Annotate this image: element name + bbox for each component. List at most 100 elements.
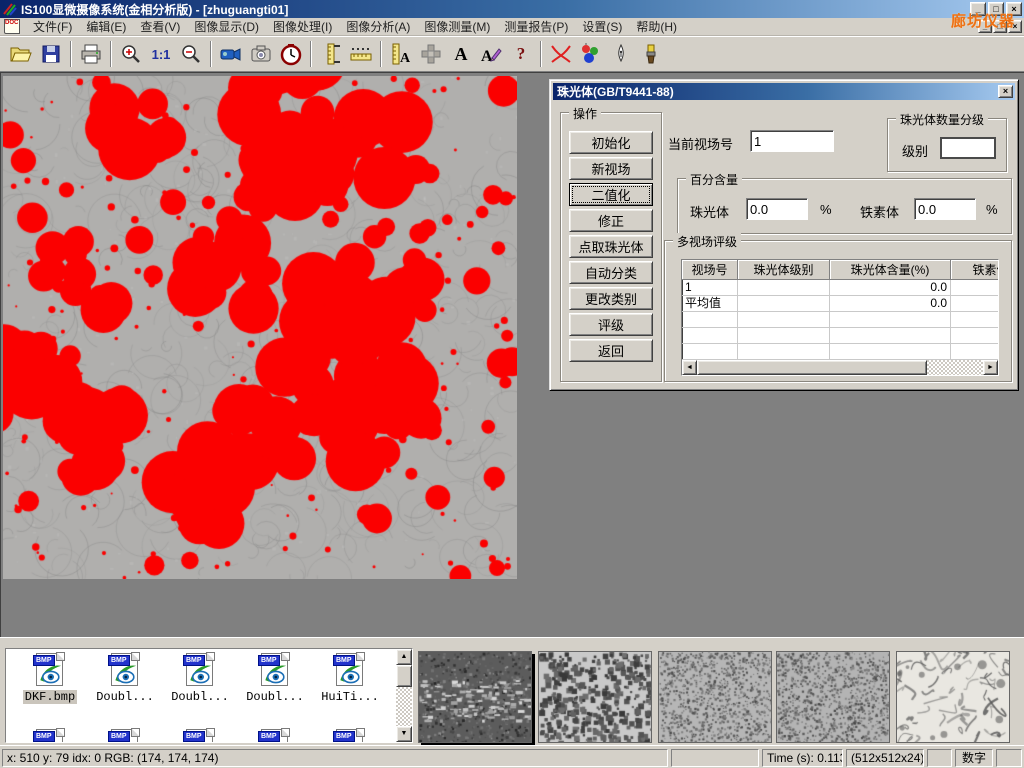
- current-field-input[interactable]: [750, 130, 834, 152]
- pen-nib-icon: [610, 43, 632, 65]
- menu-image-measure[interactable]: 图像测量(M): [417, 16, 497, 37]
- camera-icon: [249, 42, 273, 66]
- annotate-tool-button[interactable]: A: [477, 40, 505, 68]
- brush-tool-button[interactable]: [637, 40, 665, 68]
- text-tool-button[interactable]: A: [447, 40, 475, 68]
- thumbnail-4[interactable]: [776, 651, 890, 743]
- file-item-row2[interactable]: BMP: [239, 729, 311, 743]
- pick-pearlite-button[interactable]: 点取珠光体: [569, 235, 653, 258]
- open-file-button[interactable]: [7, 40, 35, 68]
- file-name[interactable]: HuiTi...: [314, 690, 386, 704]
- file-name[interactable]: Doubl...: [239, 690, 311, 704]
- document-icon[interactable]: DOC: [4, 19, 20, 34]
- scrollbar-track[interactable]: [396, 687, 412, 726]
- file-item-row2[interactable]: BMP: [164, 729, 236, 743]
- menu-view[interactable]: 查看(V): [133, 16, 187, 37]
- ferrite-percent-input[interactable]: [914, 198, 976, 220]
- photo-capture-button[interactable]: [247, 40, 275, 68]
- file-item-dkf[interactable]: BMP DKF.bmp: [14, 653, 86, 704]
- toolbar-separator: [70, 41, 72, 67]
- change-class-button[interactable]: 更改类别: [569, 287, 653, 310]
- scroll-down-arrow[interactable]: ▼: [396, 726, 412, 742]
- dialog-close-button[interactable]: ×: [998, 85, 1013, 98]
- ruler-measure-button[interactable]: [347, 40, 375, 68]
- bmp-file-icon: BMP: [333, 653, 367, 687]
- scroll-up-arrow[interactable]: ▲: [396, 649, 412, 665]
- menu-image-processing[interactable]: 图像处理(I): [266, 16, 339, 37]
- menu-settings[interactable]: 设置(S): [575, 16, 629, 37]
- new-field-button[interactable]: 新视场: [569, 157, 653, 180]
- edit-text-icon: A: [479, 42, 503, 66]
- pearlite-label: 珠光体: [690, 202, 729, 221]
- table-horizontal-scrollbar[interactable]: ◄ ►: [682, 360, 998, 375]
- scrollbar-thumb[interactable]: [697, 360, 927, 375]
- file-item-doubl3[interactable]: BMP Doubl...: [239, 653, 311, 704]
- grid-cross-icon: [419, 42, 443, 66]
- menu-image-analysis[interactable]: 图像分析(A): [339, 16, 417, 37]
- file-name[interactable]: Doubl...: [164, 690, 236, 704]
- menu-bar: DOC 文件(F) 编辑(E) 查看(V) 图像显示(D) 图像处理(I) 图像…: [0, 18, 1024, 36]
- table-row[interactable]: 平均值 0.0: [682, 296, 998, 312]
- ruler-icon: [349, 42, 373, 66]
- scrollbar-thumb[interactable]: [396, 665, 412, 687]
- file-item-doubl2[interactable]: BMP Doubl...: [164, 653, 236, 704]
- app-icon: [3, 2, 17, 16]
- caliper-measure-button[interactable]: [317, 40, 345, 68]
- thumbnail-3[interactable]: [658, 651, 772, 743]
- pen-tool-button[interactable]: [607, 40, 635, 68]
- scroll-right-arrow[interactable]: ►: [983, 360, 998, 375]
- file-browser: BMP DKF.bmp BMP Doubl...: [5, 648, 413, 743]
- zoom-out-button[interactable]: [177, 40, 205, 68]
- file-name[interactable]: Doubl...: [89, 690, 161, 704]
- scrollbar-track[interactable]: [927, 360, 983, 375]
- zoom-in-button[interactable]: [117, 40, 145, 68]
- video-capture-button[interactable]: [217, 40, 245, 68]
- file-browser-scrollbar[interactable]: ▲ ▼: [396, 649, 412, 742]
- cell-ferrite: [951, 280, 999, 296]
- file-item-huiti[interactable]: BMP HuiTi...: [314, 653, 386, 704]
- rate-button[interactable]: 评级: [569, 313, 653, 336]
- measure-label-button[interactable]: A: [387, 40, 415, 68]
- percent-group-label: 百分含量: [686, 171, 742, 188]
- file-item-row2[interactable]: BMP: [14, 729, 86, 743]
- menu-report[interactable]: 测量报告(P): [497, 16, 575, 37]
- correct-button[interactable]: 修正: [569, 209, 653, 232]
- menu-image-display[interactable]: 图像显示(D): [187, 16, 266, 37]
- cell-content: 0.0: [830, 280, 951, 296]
- grade-label: 级别: [902, 141, 928, 160]
- file-item-row2[interactable]: BMP: [314, 729, 386, 743]
- table-row[interactable]: 1 0.0: [682, 280, 998, 296]
- menu-file[interactable]: 文件(F): [26, 16, 79, 37]
- timer-button[interactable]: [277, 40, 305, 68]
- return-button[interactable]: 返回: [569, 339, 653, 362]
- menu-help[interactable]: 帮助(H): [629, 16, 684, 37]
- init-button[interactable]: 初始化: [569, 131, 653, 154]
- workspace: 珠光体(GB/T9441-88) × 操作 初始化 新视场 二值化 修正 点取珠…: [0, 72, 1024, 637]
- classify-tool-button[interactable]: [577, 40, 605, 68]
- metallographic-image[interactable]: [3, 76, 517, 579]
- menu-edit[interactable]: 编辑(E): [79, 16, 133, 37]
- thumbnail-1[interactable]: [418, 651, 532, 743]
- pearlite-percent-input[interactable]: [746, 198, 808, 220]
- scroll-left-arrow[interactable]: ◄: [682, 360, 697, 375]
- curve-tool-button[interactable]: [547, 40, 575, 68]
- thumbnail-2[interactable]: [538, 651, 652, 743]
- cell-field: 1: [682, 280, 738, 296]
- binarize-button[interactable]: 二值化: [569, 183, 653, 206]
- grade-input[interactable]: [940, 137, 996, 159]
- table-row-empty: [682, 328, 998, 344]
- save-button[interactable]: [37, 40, 65, 68]
- table-header-row: 视场号 珠光体级别 珠光体含量(%) 铁素体: [682, 260, 998, 280]
- grid-button[interactable]: [417, 40, 445, 68]
- file-name[interactable]: DKF.bmp: [14, 690, 86, 704]
- grade-group: 珠光体数量分级 级别: [887, 118, 1007, 172]
- file-item-row2[interactable]: BMP: [89, 729, 161, 743]
- thumbnail-5[interactable]: [896, 651, 1010, 743]
- file-item-doubl1[interactable]: BMP Doubl...: [89, 653, 161, 704]
- auto-classify-button[interactable]: 自动分类: [569, 261, 653, 284]
- percent-group: 百分含量 珠光体 % 铁素体 %: [677, 178, 1012, 234]
- print-button[interactable]: [77, 40, 105, 68]
- dialog-title-bar[interactable]: 珠光体(GB/T9441-88) ×: [553, 83, 1015, 100]
- actual-size-button[interactable]: 1:1: [147, 40, 175, 68]
- help-button[interactable]: ?: [507, 40, 535, 68]
